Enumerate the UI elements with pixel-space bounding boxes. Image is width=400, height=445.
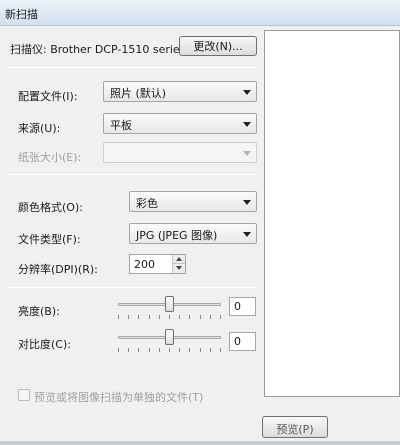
color-format-label: 颜色格式(O): — [18, 201, 83, 214]
contrast-input[interactable]: 0 — [229, 332, 256, 351]
slider-tick — [159, 315, 160, 319]
slider-tick — [149, 348, 150, 352]
slider-tick — [128, 348, 129, 352]
preview-option-checkbox[interactable] — [18, 389, 30, 401]
resolution-stepper[interactable]: 200 — [129, 254, 186, 274]
contrast-label: 对比度(C): — [18, 338, 71, 351]
chevron-down-icon — [243, 90, 251, 95]
file-type-value: JPG (JPEG 图像) — [136, 229, 218, 242]
contrast-ticks — [118, 348, 221, 352]
brightness-ticks — [118, 315, 221, 319]
change-scanner-button[interactable]: 更改(N)... — [179, 36, 257, 56]
separator — [8, 287, 257, 288]
slider-tick — [189, 315, 190, 319]
slider-tick — [220, 315, 221, 319]
file-type-label: 文件类型(F): — [18, 233, 81, 246]
paper-size-select[interactable] — [103, 142, 257, 163]
window-title: 新扫描 — [5, 8, 38, 21]
profile-select[interactable]: 照片 (默认) — [103, 81, 257, 102]
chevron-down-icon — [243, 122, 251, 127]
preview-button[interactable]: 预览(P) — [262, 416, 328, 438]
slider-tick — [200, 315, 201, 319]
profile-value: 照片 (默认) — [110, 87, 167, 100]
chevron-down-icon — [243, 200, 251, 205]
chevron-down-icon — [243, 232, 251, 237]
brightness-input[interactable]: 0 — [229, 297, 256, 316]
slider-tick — [179, 315, 180, 319]
slider-tick — [210, 348, 211, 352]
slider-tick — [179, 348, 180, 352]
file-type-select[interactable]: JPG (JPEG 图像) — [129, 223, 257, 244]
source-label: 来源(U): — [18, 122, 61, 135]
color-format-select[interactable]: 彩色 — [129, 191, 257, 212]
slider-tick — [128, 315, 129, 319]
source-value: 平板 — [110, 119, 132, 132]
source-select[interactable]: 平板 — [103, 113, 257, 134]
scanner-label: 扫描仪: Brother DCP-1510 series — [10, 43, 186, 56]
slider-tick — [189, 348, 190, 352]
color-format-value: 彩色 — [136, 197, 158, 210]
slider-tick — [138, 315, 139, 319]
slider-tick — [159, 348, 160, 352]
separator — [8, 174, 257, 175]
slider-tick — [200, 348, 201, 352]
slider-tick — [118, 315, 119, 319]
spin-down-icon[interactable] — [172, 264, 185, 273]
brightness-slider-thumb[interactable] — [165, 296, 174, 312]
slider-tick — [149, 315, 150, 319]
profile-label: 配置文件(I): — [18, 90, 78, 103]
title-bar: 新扫描 — [0, 0, 400, 26]
paper-size-label: 纸张大小(E): — [18, 151, 82, 164]
preview-button-label: 预览(P) — [276, 423, 314, 436]
contrast-slider-thumb[interactable] — [165, 329, 174, 345]
resolution-value: 200 — [134, 258, 155, 271]
separator — [8, 67, 257, 68]
slider-tick — [210, 315, 211, 319]
resolution-label: 分辨率(DPI)(R): — [18, 263, 98, 276]
slider-tick — [118, 348, 119, 352]
contrast-value: 0 — [234, 335, 241, 348]
slider-tick — [138, 348, 139, 352]
spin-up-icon[interactable] — [172, 255, 185, 264]
slider-tick — [220, 348, 221, 352]
preview-option-label: 预览或将图像扫描为单独的文件(T) — [34, 391, 204, 404]
window-bottom-edge — [0, 441, 400, 445]
preview-area — [264, 30, 400, 397]
slider-tick — [169, 348, 170, 352]
slider-tick — [169, 315, 170, 319]
brightness-value: 0 — [234, 300, 241, 313]
brightness-label: 亮度(B): — [18, 305, 60, 318]
chevron-down-icon — [243, 151, 251, 156]
